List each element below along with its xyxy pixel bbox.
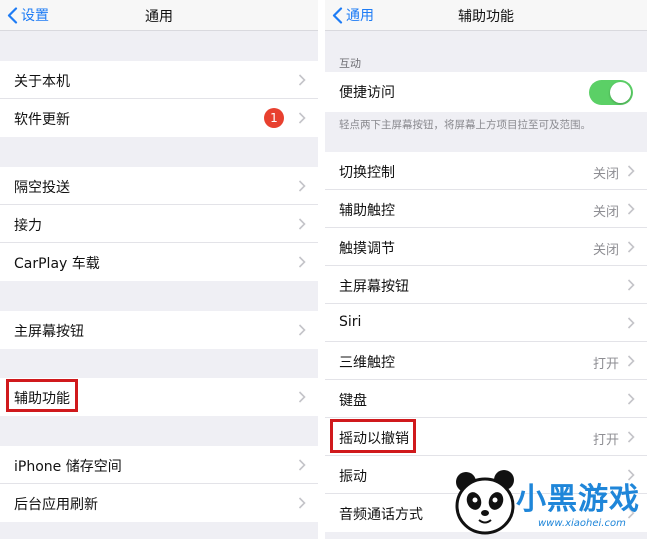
row-software-update[interactable]: 软件更新 1	[0, 99, 318, 137]
row-background-refresh[interactable]: 后台应用刷新	[0, 484, 318, 522]
row-label: 音频通话方式	[339, 507, 423, 523]
row-shake-to-undo[interactable]: 摇动以撤销 打开	[325, 418, 647, 456]
chevron-right-icon	[627, 165, 635, 177]
row-siri[interactable]: Siri	[325, 304, 647, 342]
row-label: 切换控制	[339, 165, 395, 181]
watermark: 小黑游戏 www.xiaohei.com	[452, 468, 647, 539]
row-label: 接力	[14, 218, 42, 234]
row-iphone-storage[interactable]: iPhone 储存空间	[0, 446, 318, 484]
row-label: iPhone 储存空间	[14, 459, 122, 475]
row-home-button[interactable]: 主屏幕按钮	[0, 311, 318, 349]
row-label: 后台应用刷新	[14, 497, 98, 513]
row-label: CarPlay 车载	[14, 256, 100, 272]
row-touch-accommodations[interactable]: 触摸调节 关闭	[325, 228, 647, 266]
row-label: 辅助功能	[14, 391, 70, 407]
row-accessibility[interactable]: 辅助功能	[0, 378, 318, 416]
page-title: 辅助功能	[458, 9, 514, 25]
row-value: 打开	[592, 433, 619, 448]
settings-group: 关于本机 软件更新 1	[0, 61, 318, 137]
accessibility-screen: 通用 辅助功能 互动 便捷访问 轻点两下主屏幕按钮，将屏幕上方项目拉至可及范围。…	[325, 0, 647, 539]
nav-bar: 通用 辅助功能	[325, 0, 647, 31]
chevron-right-icon	[298, 112, 306, 124]
chevron-right-icon	[627, 355, 635, 367]
row-label: 触摸调节	[339, 241, 395, 257]
row-about[interactable]: 关于本机	[0, 61, 318, 99]
toggle-knob	[610, 82, 631, 103]
watermark-brand: 小黑游戏	[516, 482, 640, 517]
row-label: 主屏幕按钮	[339, 279, 409, 295]
row-label: 软件更新	[14, 112, 70, 128]
row-label: 摇动以撤销	[339, 431, 409, 447]
watermark-url: www.xiaohei.com	[538, 518, 626, 529]
row-switch-control[interactable]: 切换控制 关闭	[325, 152, 647, 190]
row-label: Siri	[339, 314, 362, 330]
chevron-right-icon	[627, 393, 635, 405]
chevron-right-icon	[627, 279, 635, 291]
chevron-right-icon	[298, 74, 306, 86]
chevron-right-icon	[627, 317, 635, 329]
row-label: 便捷访问	[339, 85, 395, 101]
settings-group: 隔空投送 接力 CarPlay 车载	[0, 167, 318, 281]
row-value: 打开	[592, 357, 619, 372]
general-settings-screen: 设置 通用 关于本机 软件更新 1 隔空投送 接力 CarPlay 车载 主屏幕…	[0, 0, 318, 539]
divider	[318, 0, 325, 539]
panda-logo-icon	[455, 470, 515, 535]
row-handoff[interactable]: 接力	[0, 205, 318, 243]
chevron-right-icon	[298, 324, 306, 336]
row-value: 关闭	[592, 243, 619, 258]
row-assistive-touch[interactable]: 辅助触控 关闭	[325, 190, 647, 228]
row-label: 键盘	[339, 393, 367, 409]
settings-group: 主屏幕按钮	[0, 311, 318, 349]
row-airdrop[interactable]: 隔空投送	[0, 167, 318, 205]
page-title: 通用	[145, 9, 173, 25]
row-label: 关于本机	[14, 74, 70, 90]
row-home-button[interactable]: 主屏幕按钮	[325, 266, 647, 304]
settings-group: 便捷访问	[325, 72, 647, 112]
row-3d-touch[interactable]: 三维触控 打开	[325, 342, 647, 380]
row-label: 主屏幕按钮	[14, 324, 84, 340]
notification-badge: 1	[264, 108, 284, 128]
row-carplay[interactable]: CarPlay 车载	[0, 243, 318, 281]
chevron-right-icon	[298, 180, 306, 192]
section-header: 互动	[339, 57, 361, 70]
chevron-right-icon	[627, 431, 635, 443]
chevron-right-icon	[298, 218, 306, 230]
row-value: 关闭	[592, 205, 619, 220]
chevron-right-icon	[298, 459, 306, 471]
settings-group: 辅助功能	[0, 378, 318, 416]
nav-bar: 设置 通用	[0, 0, 318, 31]
row-label: 隔空投送	[14, 180, 70, 196]
reachability-toggle[interactable]	[589, 80, 633, 105]
row-label: 辅助触控	[339, 203, 395, 219]
section-footer: 轻点两下主屏幕按钮，将屏幕上方项目拉至可及范围。	[339, 119, 591, 131]
chevron-right-icon	[298, 256, 306, 268]
chevron-right-icon	[298, 497, 306, 509]
chevron-right-icon	[298, 391, 306, 403]
row-value: 关闭	[592, 167, 619, 182]
row-label: 振动	[339, 469, 367, 485]
settings-group: iPhone 储存空间 后台应用刷新	[0, 446, 318, 522]
chevron-right-icon	[627, 241, 635, 253]
chevron-right-icon	[627, 203, 635, 215]
row-label: 三维触控	[339, 355, 395, 371]
row-reachability: 便捷访问	[325, 72, 647, 112]
row-keyboard[interactable]: 键盘	[325, 380, 647, 418]
